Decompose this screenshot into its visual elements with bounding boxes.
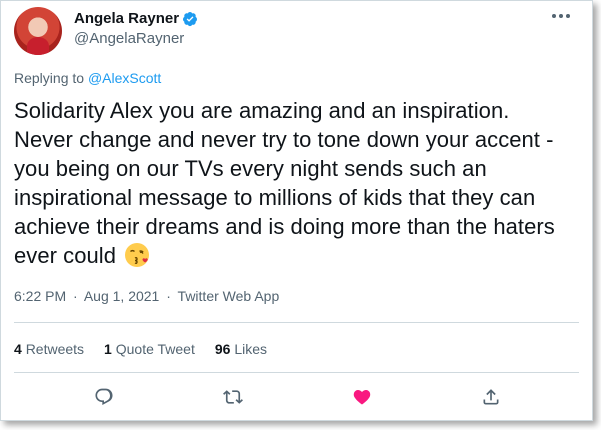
- author-handle[interactable]: @AngelaRayner: [74, 29, 198, 48]
- tweet-card: Angela Rayner @AngelaRayner Replying to …: [0, 0, 593, 421]
- avatar[interactable]: [14, 7, 62, 55]
- meta-separator: ·: [73, 288, 78, 304]
- reply-button[interactable]: [92, 385, 116, 409]
- dot: [559, 14, 563, 18]
- meta-separator: ·: [166, 288, 171, 304]
- tweet-time[interactable]: 6:22 PM: [14, 288, 66, 304]
- quotes-stat[interactable]: 1 Quote Tweet: [104, 341, 195, 357]
- retweet-icon: [222, 390, 243, 404]
- reply-icon: [95, 388, 113, 406]
- divider: [14, 372, 579, 373]
- tweet-date[interactable]: Aug 1, 2021: [84, 288, 160, 304]
- quotes-label: Quote Tweet: [115, 341, 195, 357]
- retweets-label: Retweets: [25, 341, 85, 357]
- likes-count: 96: [214, 341, 231, 357]
- replying-prefix: Replying to: [14, 70, 88, 86]
- dot: [566, 14, 570, 18]
- dot: [552, 14, 556, 18]
- replying-to: Replying to @AlexScott: [14, 70, 161, 86]
- share-icon: [483, 389, 499, 405]
- tweet-actions: [1, 385, 594, 409]
- author-info: Angela Rayner @AngelaRayner: [74, 9, 198, 48]
- verified-badge-icon: [182, 11, 198, 27]
- like-button[interactable]: [350, 385, 374, 409]
- reply-to-link[interactable]: @AlexScott: [88, 70, 161, 86]
- tweet-meta: 6:22 PM · Aug 1, 2021 · Twitter Web App: [14, 288, 279, 304]
- tweet-source[interactable]: Twitter Web App: [178, 288, 280, 304]
- retweets-count: 4: [14, 341, 22, 357]
- tweet-header: Angela Rayner @AngelaRayner: [14, 7, 198, 55]
- tweet-text: Solidarity Alex you are amazing and an i…: [14, 96, 584, 270]
- tweet-body: Solidarity Alex you are amazing and an i…: [14, 98, 555, 268]
- tweet-stats: 4 Retweets 1 Quote Tweet 96 Likes: [14, 341, 267, 357]
- share-button[interactable]: [479, 385, 503, 409]
- likes-stat[interactable]: 96 Likes: [215, 341, 267, 357]
- quotes-count: 1: [104, 341, 112, 357]
- heart-icon: [353, 390, 371, 405]
- divider: [14, 322, 579, 323]
- display-name-row: Angela Rayner: [74, 9, 198, 28]
- retweets-stat[interactable]: 4 Retweets: [14, 341, 84, 357]
- likes-label: Likes: [234, 341, 268, 357]
- face-blowing-a-kiss-icon: [124, 242, 150, 268]
- retweet-button[interactable]: [221, 385, 245, 409]
- more-options-icon[interactable]: [552, 14, 570, 18]
- display-name[interactable]: Angela Rayner: [74, 9, 179, 28]
